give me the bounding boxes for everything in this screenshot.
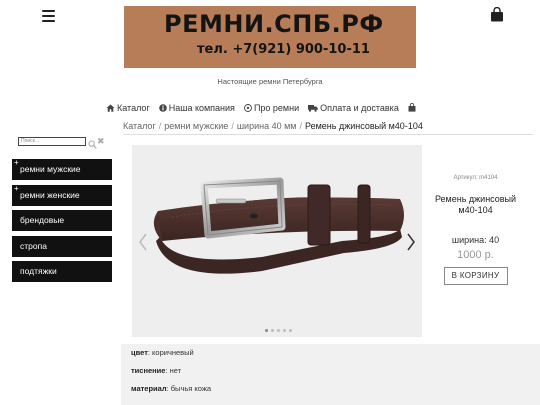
plus-icon[interactable]: + xyxy=(14,178,19,199)
property-key: цвет xyxy=(131,348,148,357)
shopping-bag-icon xyxy=(408,103,416,112)
home-icon xyxy=(106,104,115,112)
logo-phone: тел. +7(921) 900-10-11 xyxy=(197,42,370,57)
close-icon[interactable]: ✖ xyxy=(97,136,105,146)
sidebar-item-mens-belts[interactable]: + ремни мужские xyxy=(12,158,112,180)
nav-item-label: Про ремни xyxy=(253,102,300,113)
nav-cart-button[interactable] xyxy=(408,103,418,112)
product-sku: Артикул: m4104 xyxy=(453,175,498,181)
breadcrumb-link[interactable]: Каталог xyxy=(123,121,156,131)
gallery-dot[interactable] xyxy=(283,329,286,332)
shopping-bag-icon[interactable] xyxy=(490,6,504,22)
product-properties: цвет: коричневый тиснение: нет материал:… xyxy=(121,344,540,405)
gallery-dot[interactable] xyxy=(289,329,292,332)
gallery-dot[interactable] xyxy=(265,329,268,332)
search-input[interactable]: Поиск... xyxy=(18,137,86,146)
add-to-cart-button[interactable]: В КОРЗИНУ xyxy=(443,267,508,285)
nav-item-payment-delivery[interactable]: Оплата и доставка xyxy=(308,103,399,113)
gallery-dot[interactable] xyxy=(271,329,274,332)
hamburger-menu-icon[interactable] xyxy=(42,10,55,22)
property-row: цвет: коричневый xyxy=(131,344,540,362)
nav-item-label: Наша компания xyxy=(168,102,235,113)
sidebar-item-label: ремни женские xyxy=(20,189,80,200)
product-name: Ремень джинсовый м40-104 xyxy=(434,194,517,215)
info-icon xyxy=(158,103,167,112)
product-image-gallery[interactable] xyxy=(132,145,422,337)
product-price: 1000 р. xyxy=(457,249,494,261)
gallery-dot[interactable] xyxy=(277,329,280,332)
site-tagline: Настоящие ремни Петербурга xyxy=(217,77,323,86)
gallery-prev-arrow[interactable] xyxy=(138,233,148,256)
truck-icon xyxy=(308,104,318,112)
property-key: тиснение xyxy=(131,366,166,375)
sidebar-categories: + ремни мужские + ремни женские брендовы… xyxy=(12,158,112,287)
nav-item-company[interactable]: Наша компания xyxy=(158,102,235,113)
nav-item-catalog[interactable]: Каталог xyxy=(106,103,150,113)
nav-item-about-belts[interactable]: Про ремни xyxy=(243,102,300,113)
search-icon[interactable] xyxy=(88,136,97,154)
sidebar-item-label: ремни мужские xyxy=(20,164,81,174)
property-key: материал xyxy=(131,384,167,393)
breadcrumb: Каталог / ремни мужские / ширина 40 мм /… xyxy=(123,121,533,135)
breadcrumb-separator: / xyxy=(299,121,302,131)
product-info: Артикул: m4104 Ремень джинсовый м40-104 … xyxy=(428,175,523,285)
property-value: : бычья кожа xyxy=(166,384,212,393)
sidebar-item-womens-belts[interactable]: + ремни женские xyxy=(12,184,112,206)
sidebar-item-strap[interactable]: стропа xyxy=(12,235,112,257)
nav-item-label: Каталог xyxy=(117,102,150,113)
logo-title: РЕМНИ.СПБ.РФ xyxy=(164,10,384,38)
sidebar-item-label: брендовые xyxy=(20,215,65,225)
breadcrumb-separator: / xyxy=(231,121,234,131)
breadcrumb-link[interactable]: ширина 40 мм xyxy=(237,121,297,131)
property-value: : нет xyxy=(165,366,182,375)
breadcrumb-link[interactable]: ремни мужские xyxy=(164,121,228,131)
top-navigation: Каталог Наша компания Про ремни Оплата и… xyxy=(106,101,427,114)
property-row: материал: бычья кожа xyxy=(131,380,540,398)
product-width: ширина: 40 xyxy=(451,235,500,245)
product-photo xyxy=(132,145,422,337)
gallery-pagination xyxy=(265,329,295,332)
gallery-next-arrow[interactable] xyxy=(406,233,416,256)
breadcrumb-current: Ремень джинсовый м40-104 xyxy=(305,121,423,131)
breadcrumb-separator: / xyxy=(158,121,162,131)
site-logo[interactable]: РЕМНИ.СПБ.РФ тел. +7(921) 900-10-11 xyxy=(124,6,416,68)
sidebar-item-brand[interactable]: брендовые xyxy=(12,210,112,231)
plus-icon[interactable]: + xyxy=(14,152,19,173)
soccer-ball-icon xyxy=(243,103,252,112)
property-value: : коричневый xyxy=(147,348,194,357)
sidebar-item-suspenders[interactable]: подтяжки xyxy=(12,261,112,282)
sidebar-item-label: стропа xyxy=(20,240,47,251)
nav-item-label: Оплата и доставка xyxy=(320,102,399,113)
sidebar-item-label: подтяжки xyxy=(20,266,57,276)
property-row: тиснение: нет xyxy=(131,362,540,380)
